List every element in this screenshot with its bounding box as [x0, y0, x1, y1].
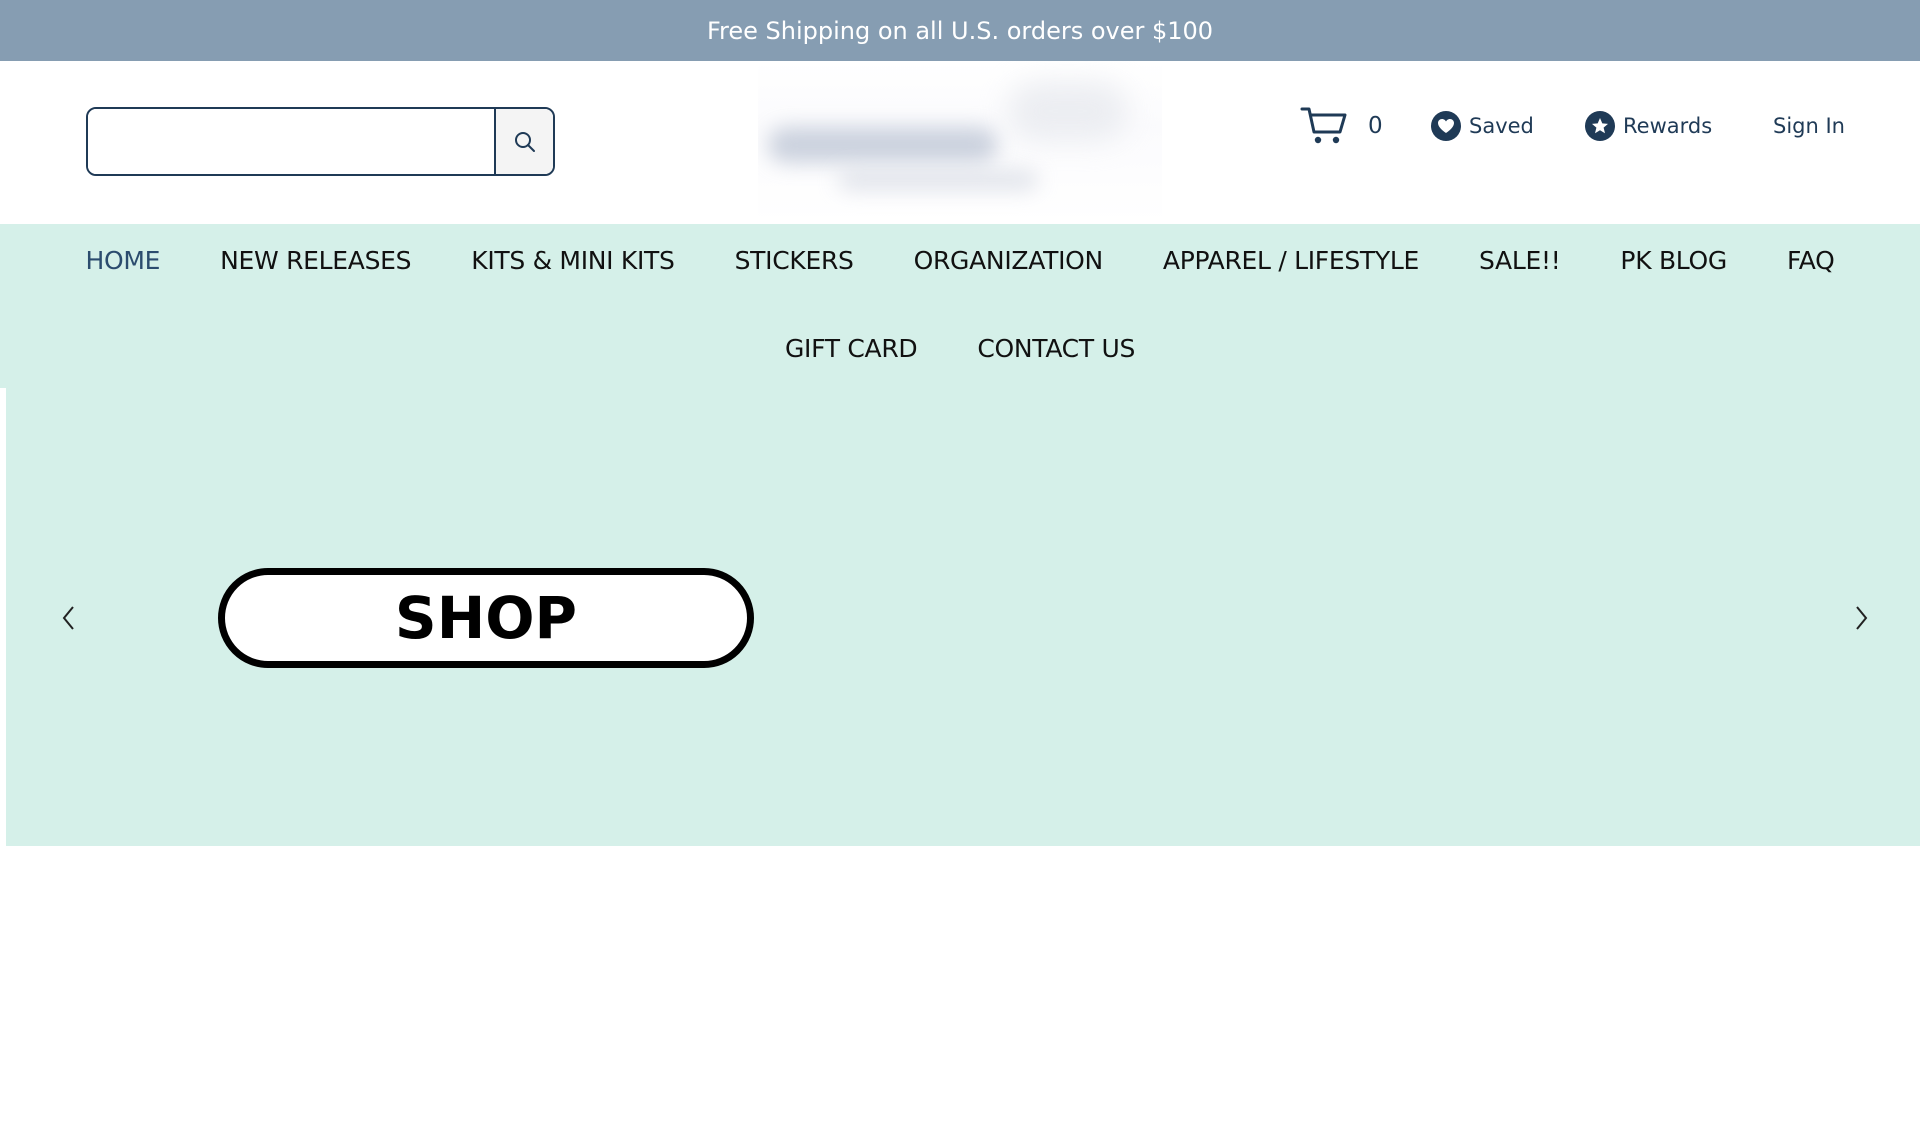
nav-item-home[interactable]: HOME	[85, 246, 160, 275]
slide-prev-button[interactable]	[54, 598, 84, 638]
slide-next-button[interactable]	[1846, 598, 1876, 638]
main-navigation: HOME NEW RELEASES KITS & MINI KITS STICK…	[0, 224, 1920, 388]
search-icon	[514, 131, 535, 152]
site-logo[interactable]	[758, 61, 1162, 224]
nav-row-primary: HOME NEW RELEASES KITS & MINI KITS STICK…	[0, 246, 1920, 275]
sign-in-label: Sign In	[1773, 114, 1845, 138]
announcement-text: Free Shipping on all U.S. orders over $1…	[706, 16, 1214, 45]
saved-label: Saved	[1469, 114, 1534, 138]
cart-link[interactable]: 0	[1300, 101, 1383, 151]
search-box	[86, 107, 555, 176]
nav-item-apparel[interactable]: APPAREL / LIFESTYLE	[1163, 246, 1419, 275]
nav-item-sale[interactable]: SALE!!	[1479, 246, 1561, 275]
nav-item-gift-card[interactable]: GIFT CARD	[785, 334, 918, 363]
sign-in-link[interactable]: Sign In	[1773, 101, 1845, 151]
chevron-right-icon	[1856, 606, 1868, 630]
rewards-label: Rewards	[1623, 114, 1713, 138]
hero-slideshow: SHOP	[6, 388, 1920, 846]
nav-row-secondary: GIFT CARD CONTACT US	[0, 334, 1920, 363]
announcement-bar: Free Shipping on all U.S. orders over $1…	[0, 0, 1920, 61]
nav-item-blog[interactable]: PK BLOG	[1620, 246, 1727, 275]
heart-icon	[1431, 111, 1461, 141]
nav-item-contact[interactable]: CONTACT US	[977, 334, 1135, 363]
search-input[interactable]	[88, 109, 494, 174]
saved-link[interactable]: Saved	[1431, 101, 1534, 151]
chevron-left-icon	[62, 606, 74, 630]
cart-count: 0	[1368, 113, 1383, 139]
star-icon	[1585, 111, 1615, 141]
shop-button[interactable]: SHOP	[218, 568, 754, 668]
nav-item-kits[interactable]: KITS & MINI KITS	[471, 246, 675, 275]
nav-item-stickers[interactable]: STICKERS	[735, 246, 854, 275]
nav-item-new-releases[interactable]: NEW RELEASES	[220, 246, 411, 275]
rewards-link[interactable]: Rewards	[1585, 101, 1712, 151]
site-header: 0 Saved Rewards Sign In	[0, 61, 1920, 224]
search-button[interactable]	[494, 109, 553, 174]
shop-button-label: SHOP	[394, 584, 578, 652]
nav-item-faq[interactable]: FAQ	[1787, 246, 1835, 275]
nav-item-organization[interactable]: ORGANIZATION	[914, 246, 1104, 275]
cart-icon	[1300, 107, 1347, 144]
